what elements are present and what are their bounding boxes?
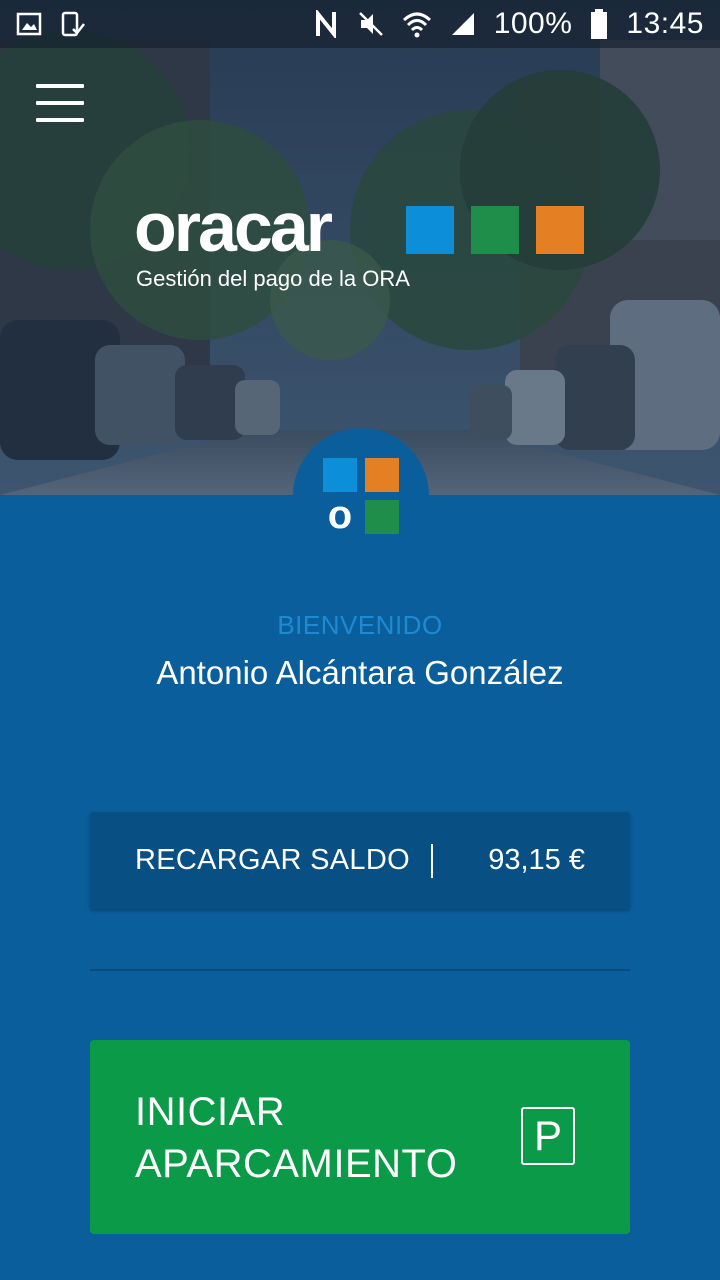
- gallery-icon: [16, 12, 42, 36]
- menu-line: [36, 101, 84, 105]
- badge-green-square: [365, 500, 399, 534]
- separator: [431, 843, 433, 878]
- app-badge: [293, 428, 429, 564]
- nfc-icon: [314, 10, 340, 38]
- badge-o-letter: o: [327, 493, 353, 537]
- logo-wordmark: oracar: [134, 188, 333, 266]
- balance-amount: 93,15 €: [488, 844, 585, 876]
- recharge-balance-button[interactable]: RECARGAR SALDO 93,15 €: [90, 812, 630, 909]
- battery-percentage: 100%: [493, 7, 573, 40]
- start-parking-button[interactable]: INICIAR APARCAMIENTO P: [90, 1040, 630, 1234]
- start-parking-label-line1: INICIAR: [135, 1090, 286, 1134]
- user-name: Antonio Alcántara González: [156, 654, 564, 691]
- recharge-label: RECARGAR SALDO: [135, 844, 410, 876]
- status-bar-left: [16, 11, 86, 37]
- hamburger-menu-icon[interactable]: [36, 84, 84, 122]
- status-bar-right: 100% 13:45: [314, 7, 704, 41]
- menu-line: [36, 118, 84, 122]
- start-parking-label-line2: APARCAMIENTO: [135, 1142, 458, 1186]
- clock: 13:45: [626, 7, 704, 40]
- signal-icon: [450, 11, 476, 37]
- parking-icon: P: [521, 1107, 575, 1165]
- logo-blue-square: [406, 206, 454, 254]
- welcome-label: BIENVENIDO: [277, 610, 443, 640]
- logo-green-square: [471, 206, 519, 254]
- divider: [90, 969, 630, 971]
- oracar-logo: oracar Gestión del pago de la ORA: [134, 188, 594, 291]
- badge-orange-square: [365, 458, 399, 492]
- mute-icon: [358, 11, 384, 37]
- status-bar: 100% 13:45: [0, 0, 720, 48]
- device-check-icon: [60, 11, 86, 37]
- logo-tagline: Gestión del pago de la ORA: [136, 266, 410, 291]
- logo-orange-square: [536, 206, 584, 254]
- badge-blue-square: [323, 458, 357, 492]
- battery-icon: [590, 9, 608, 39]
- menu-line: [36, 84, 84, 88]
- wifi-icon: [402, 10, 432, 38]
